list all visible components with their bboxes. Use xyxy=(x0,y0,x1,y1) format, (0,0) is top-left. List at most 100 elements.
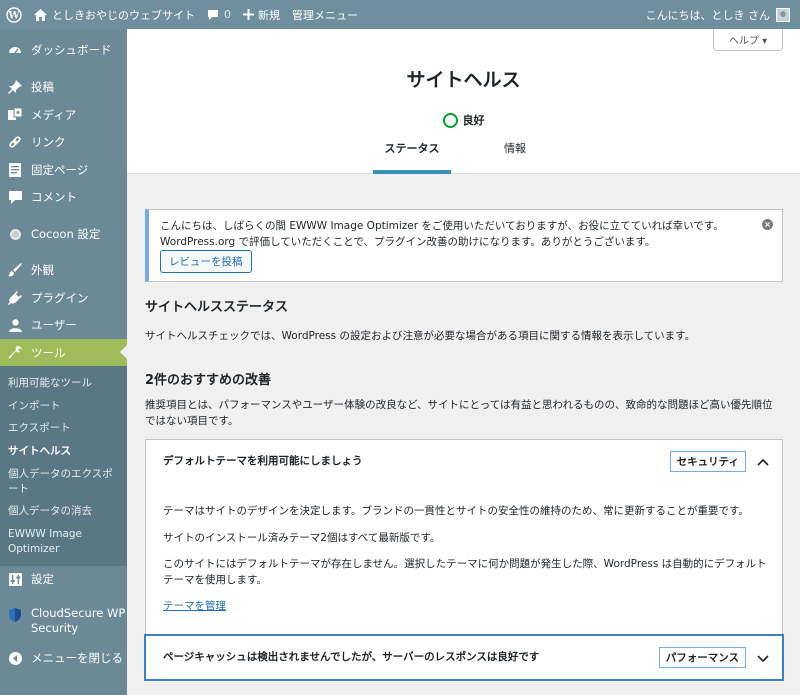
site-name: としきおやじのウェブサイト xyxy=(52,8,195,22)
plugin-icon xyxy=(7,290,23,306)
new-content-link[interactable]: 新規 xyxy=(237,0,286,29)
menu-cocoon-label: Cocoon 設定 xyxy=(31,227,101,241)
menu-links[interactable]: リンク xyxy=(0,129,127,155)
recommendation-paragraph-2: サイトのインストール済みテーマ2個はすべて最新版です。 xyxy=(163,532,441,544)
menu-pages-label: 固定ページ xyxy=(31,163,89,177)
admin-menu-label: 管理メニュー xyxy=(292,8,358,22)
menu-tools[interactable]: ツール xyxy=(0,339,127,366)
admin-menu-link[interactable]: 管理メニュー xyxy=(286,0,364,29)
home-icon xyxy=(34,8,47,21)
menu-dashboard-label: ダッシュボード xyxy=(31,43,112,57)
post-review-button[interactable]: レビューを投稿 xyxy=(160,250,252,273)
pin-icon xyxy=(7,79,23,95)
site-health-status-description: サイトヘルスチェックでは、WordPress の設定および注意が必要な場合がある… xyxy=(145,330,696,342)
submenu-erase-personal-data[interactable]: 個人データの消去 xyxy=(8,504,120,519)
collapse-menu-label: メニューを閉じる xyxy=(31,651,123,665)
menu-comments-label: コメント xyxy=(31,190,77,204)
avatar xyxy=(776,7,790,22)
greeting: こんにちは、としき さん xyxy=(645,8,771,22)
menu-settings[interactable]: 設定 xyxy=(0,566,127,592)
tab-info-label: 情報 xyxy=(504,142,526,155)
ewww-review-notice: こんにちは、しばらくの間 EWWW Image Optimizer をご使用いた… xyxy=(145,209,783,282)
improvements-heading: 2件のおすすめの改善 xyxy=(145,373,272,388)
menu-media[interactable]: メディア xyxy=(0,102,127,128)
menu-cloudsecure-label: CloudSecure WP Security xyxy=(31,606,126,635)
recommendation-page-cache: ページキャッシュは検出されませんでしたが、サーバーのレスポンスは良好です パフォ… xyxy=(145,635,783,680)
page-title: サイトヘルス xyxy=(406,69,521,91)
menu-tools-label: ツール xyxy=(31,345,66,360)
menu-pages[interactable]: 固定ページ xyxy=(0,157,127,183)
site-health-header: ヘルプ ▾ サイトヘルス 良好 ステータス 情報 xyxy=(127,29,800,174)
page-icon xyxy=(7,162,23,178)
menu-appearance[interactable]: 外観 xyxy=(0,257,127,283)
settings-icon xyxy=(7,571,23,587)
status-ring-icon xyxy=(442,112,458,128)
comment-icon xyxy=(7,189,23,205)
menu-users[interactable]: ユーザー xyxy=(0,312,127,338)
help-button[interactable]: ヘルプ ▾ xyxy=(713,29,783,51)
help-button-label: ヘルプ ▾ xyxy=(728,36,768,47)
comments-link[interactable]: 0 xyxy=(201,0,237,29)
admin-sidebar: ダッシュボード 投稿 メディア リンク 固定ページ コメント Cocoon 設定… xyxy=(0,29,127,695)
menu-cocoon[interactable]: Cocoon 設定 xyxy=(0,221,127,247)
submenu-import[interactable]: インポート xyxy=(8,399,120,414)
recommendation-paragraph-1: テーマはサイトのデザインを決定します。ブランドの一貫性とサイトの安全性の維持のた… xyxy=(163,505,749,517)
menu-cloudsecure[interactable]: CloudSecure WP Security xyxy=(0,604,127,640)
collapse-icon xyxy=(7,650,23,666)
menu-users-label: ユーザー xyxy=(31,318,77,332)
tools-submenu: 利用可能なツール インポート エクスポート サイトヘルス 個人データのエクスポー… xyxy=(0,366,127,566)
menu-appearance-label: 外観 xyxy=(31,263,54,277)
menu-plugins[interactable]: プラグイン xyxy=(0,285,127,311)
menu-plugins-label: プラグイン xyxy=(31,291,89,305)
submenu-site-health[interactable]: サイトヘルス xyxy=(8,444,120,459)
improvements-description-line-2: ではない項目です。 xyxy=(145,415,239,427)
menu-dashboard[interactable]: ダッシュボード xyxy=(0,37,127,63)
svg-text:W: W xyxy=(7,10,20,21)
security-badge: セキュリティ xyxy=(669,451,746,472)
tab-info[interactable]: 情報 xyxy=(483,140,547,174)
submenu-ewww[interactable]: EWWW Image Optimizer xyxy=(8,527,120,557)
accordion-header[interactable]: デフォルトテーマを利用可能にしましょう セキュリティ xyxy=(146,440,782,484)
submenu-available-tools[interactable]: 利用可能なツール xyxy=(8,376,120,391)
menu-posts[interactable]: 投稿 xyxy=(0,74,127,100)
admin-bar: W としきおやじのウェブサイト 0 新規 管理メニュー こんにちは、としき さん xyxy=(0,0,800,29)
plus-icon xyxy=(243,9,254,20)
comments-count: 0 xyxy=(224,8,231,21)
health-status: 良好 xyxy=(127,112,800,128)
accordion-header[interactable]: ページキャッシュは検出されませんでしたが、サーバーのレスポンスは良好です パフォ… xyxy=(146,636,782,680)
wrench-icon xyxy=(7,345,23,361)
site-health-status-heading: サイトヘルスステータス xyxy=(145,300,289,315)
recommendation-title: デフォルトテーマを利用可能にしましょう xyxy=(163,455,363,467)
performance-badge: パフォーマンス xyxy=(658,647,746,668)
comment-icon xyxy=(207,9,219,21)
submenu-export-personal-data[interactable]: 個人データのエクスポート xyxy=(8,467,120,497)
menu-comments[interactable]: コメント xyxy=(0,184,127,210)
submenu-export[interactable]: エクスポート xyxy=(8,421,120,436)
chevron-down-icon[interactable] xyxy=(756,651,770,665)
tab-status[interactable]: ステータス xyxy=(373,140,451,174)
site-name-link[interactable]: としきおやじのウェブサイト xyxy=(28,0,201,29)
tab-status-label: ステータス xyxy=(384,142,440,155)
recommendation-title: ページキャッシュは検出されませんでしたが、サーバーのレスポンスは良好です xyxy=(163,651,540,663)
dashboard-icon xyxy=(7,42,23,58)
notice-line-1: こんにちは、しばらくの間 EWWW Image Optimizer をご使用いた… xyxy=(160,220,724,232)
new-label: 新規 xyxy=(258,8,280,22)
user-icon xyxy=(7,317,23,333)
recommendation-default-theme: デフォルトテーマを利用可能にしましょう セキュリティ テーマはサイトのデザインを… xyxy=(145,439,783,635)
collapse-menu-button[interactable]: メニューを閉じる xyxy=(0,645,127,671)
brush-icon xyxy=(7,262,23,278)
health-status-label: 良好 xyxy=(462,114,485,127)
recommendation-paragraph-3b: テーマを使用します。 xyxy=(163,574,267,586)
menu-links-label: リンク xyxy=(31,135,66,149)
wordpress-logo-icon[interactable]: W xyxy=(0,0,28,29)
cocoon-icon xyxy=(7,226,23,242)
menu-settings-label: 設定 xyxy=(31,572,54,586)
shield-icon xyxy=(7,607,23,623)
link-icon xyxy=(7,134,23,150)
manage-themes-link[interactable]: テーマを管理 xyxy=(163,598,226,613)
post-review-label: レビューを投稿 xyxy=(169,256,243,268)
improvements-description-line-1: 推奨項目とは、パフォーマンスやユーザー体験の改良など、サイトにとっては有益と思わ… xyxy=(145,399,773,411)
dismiss-notice-icon[interactable]: × xyxy=(762,219,773,230)
my-account-link[interactable]: こんにちは、としき さん xyxy=(640,0,800,29)
chevron-up-icon[interactable] xyxy=(756,455,770,469)
